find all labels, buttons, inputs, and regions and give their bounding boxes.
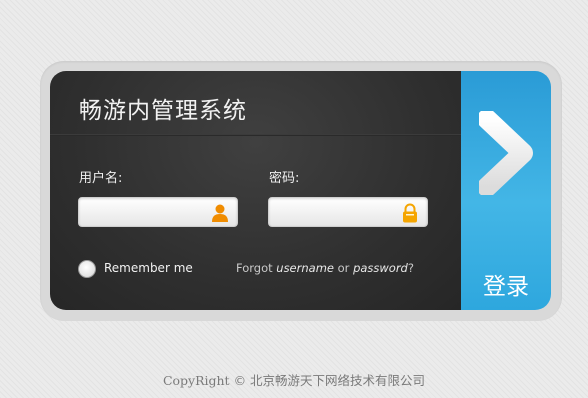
forgot-password-link[interactable]: password <box>353 261 408 275</box>
forgot-username-link[interactable]: username <box>276 261 334 275</box>
lock-icon <box>403 203 417 223</box>
password-input[interactable] <box>275 202 399 224</box>
copyright-company: 北京畅游天下网络技术有限公司 <box>250 373 426 388</box>
password-label: 密码: <box>269 171 300 186</box>
login-panel: 畅游内管理系统 用户名: 密码: Remember me Forgot user… <box>50 71 461 310</box>
remember-me-radio[interactable] <box>78 260 96 278</box>
remember-me-label: Remember me <box>104 261 193 275</box>
forgot-prefix: Forgot <box>236 261 273 275</box>
forgot-or: or <box>337 261 350 275</box>
forgot-suffix: ? <box>407 261 414 275</box>
username-field[interactable] <box>78 197 238 227</box>
page-title: 畅游内管理系统 <box>79 98 247 124</box>
user-icon <box>212 204 228 222</box>
copyright-brand: CopyRight <box>162 373 230 388</box>
forgot-credentials-link[interactable]: Forgot username or password? <box>236 261 414 275</box>
password-field[interactable] <box>268 197 428 227</box>
username-label: 用户名: <box>79 171 123 186</box>
chevron-right-icon <box>479 111 533 195</box>
username-input[interactable] <box>85 202 209 224</box>
copyright-symbol: © <box>233 373 247 388</box>
divider <box>50 134 461 136</box>
login-button[interactable]: 登录 <box>461 71 551 310</box>
copyright-footer: CopyRight © 北京畅游天下网络技术有限公司 <box>0 370 588 389</box>
login-button-label: 登录 <box>483 274 529 300</box>
